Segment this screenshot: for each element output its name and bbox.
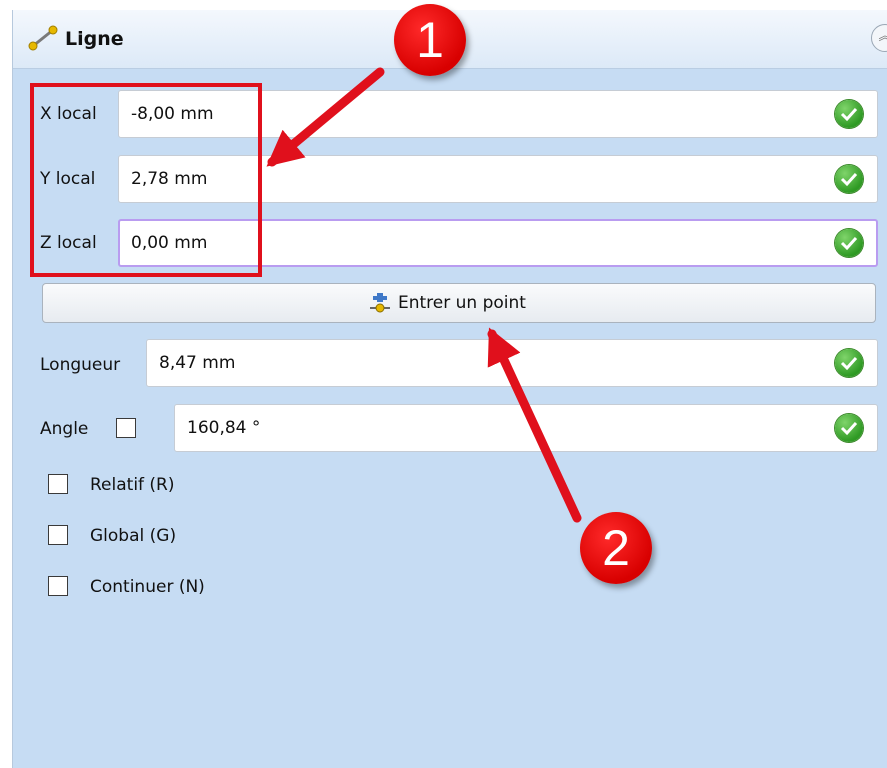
annotation-arrow-1 <box>266 67 385 167</box>
annotation-arrows <box>266 67 582 523</box>
annotation-badge-2: 2 <box>580 512 652 584</box>
annotation-arrow-2 <box>487 327 582 523</box>
annotation-badge-1: 1 <box>394 4 466 76</box>
